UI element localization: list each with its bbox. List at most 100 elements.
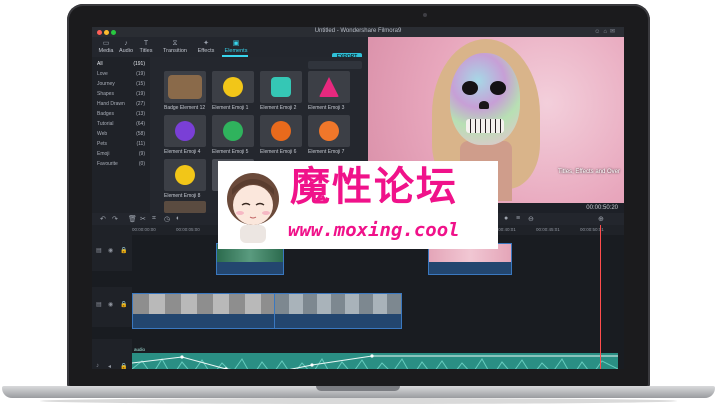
lock-icon[interactable]: 🔒 xyxy=(120,363,127,369)
category-item-pets[interactable]: Pets (11) xyxy=(97,141,147,147)
watermark-url: www.moxing.cool xyxy=(288,219,460,241)
category-count: (15) xyxy=(136,81,145,87)
element-label: Element Emoji 5 xyxy=(212,149,249,155)
category-label: Pets xyxy=(97,141,108,147)
element-thumb[interactable] xyxy=(260,71,302,103)
emoji-face-icon xyxy=(175,121,195,141)
category-label: Badges xyxy=(97,111,114,117)
tab-transition[interactable]: ⧖ Transition xyxy=(158,39,192,54)
category-count: (58) xyxy=(136,131,145,137)
category-count: (27) xyxy=(136,101,145,107)
category-label: Shapes xyxy=(97,91,114,97)
element-thumb[interactable] xyxy=(164,71,206,103)
category-label: Journey xyxy=(97,81,115,87)
preview-teeth xyxy=(466,119,504,133)
tab-label: Elements xyxy=(224,48,248,54)
track-type-icon: ▤ xyxy=(96,302,102,308)
category-item-badges[interactable]: Badges (13) xyxy=(97,111,147,117)
badge-thumbnail xyxy=(168,75,202,99)
category-item-all[interactable]: All (191) xyxy=(97,61,147,67)
category-label: Love xyxy=(97,71,108,77)
tab-label: Audio xyxy=(118,48,134,54)
tab-elements[interactable]: ▣ Elements xyxy=(221,39,251,54)
ruler-tick: 00:00:45:01 xyxy=(536,227,560,232)
window-title: Untitled - Wondershare Filmora9 xyxy=(314,28,402,34)
mixer-icon[interactable]: ≡ xyxy=(516,215,520,222)
category-label: Emoji xyxy=(97,151,110,157)
transition-icon: ⧖ xyxy=(172,40,178,47)
tab-label: Transition xyxy=(163,48,187,54)
category-item-tutorial[interactable]: Tutorial (64) xyxy=(97,121,147,127)
element-label: Element Emoji 3 xyxy=(308,105,345,111)
audio-waveform[interactable] xyxy=(132,353,618,369)
category-label: Favourite xyxy=(97,161,118,167)
clip-thumbnail xyxy=(275,294,401,315)
emoji-face-icon xyxy=(271,121,291,141)
cart-icon[interactable]: ⌂ xyxy=(603,29,610,35)
speaker-icon[interactable]: ◂ xyxy=(108,363,111,369)
tab-label: Effects xyxy=(197,48,215,54)
clip-thumbnail xyxy=(133,294,275,315)
tab-effects[interactable]: ✦ Effects xyxy=(194,39,218,54)
element-thumb[interactable] xyxy=(260,115,302,147)
delete-icon[interactable]: 🗑 xyxy=(128,215,137,223)
undo-icon[interactable]: ↶ xyxy=(100,215,106,223)
tab-titles[interactable]: T Titles xyxy=(134,39,158,54)
element-thumb[interactable] xyxy=(308,71,350,103)
eye-icon[interactable]: ◉ xyxy=(108,247,113,254)
category-list: All (191) Love (19) Journey (15) Shapes (19)… xyxy=(92,57,150,213)
eye-icon[interactable]: ◉ xyxy=(108,301,113,308)
watermark-title: 魔性论坛 xyxy=(290,164,458,210)
category-item-hand-drawn[interactable]: Hand Drawn (27) xyxy=(97,101,147,107)
element-thumb[interactable] xyxy=(164,115,206,147)
element-thumb[interactable] xyxy=(164,201,206,213)
preview-eye-left xyxy=(462,81,478,95)
playhead[interactable] xyxy=(600,225,601,369)
category-count: (13) xyxy=(136,111,145,117)
mail-icon[interactable]: ✉ xyxy=(610,29,618,35)
category-item-journey[interactable]: Journey (15) xyxy=(97,81,147,87)
timeline-tracks: ▤ ◉ 🔒 ▤ ◉ 🔒 ♪ ◂ 🔒 audio xyxy=(92,235,624,369)
emoji-face-icon xyxy=(271,77,291,97)
category-item-favourite[interactable]: Favourite (0) xyxy=(97,161,147,167)
tab-label: Titles xyxy=(139,48,153,54)
lock-icon[interactable]: 🔒 xyxy=(120,247,127,254)
category-count: (0) xyxy=(138,161,145,167)
user-icon[interactable]: ☺ xyxy=(594,29,603,35)
ruler-tick: 00:00:00:00 xyxy=(132,227,156,232)
element-thumb[interactable] xyxy=(212,71,254,103)
tab-label: Media xyxy=(98,48,114,54)
video-clip[interactable] xyxy=(132,293,276,329)
zoom-out-icon[interactable]: ⊖ xyxy=(528,215,534,223)
element-thumb[interactable] xyxy=(212,115,254,147)
category-label: Web xyxy=(97,131,108,137)
lock-icon[interactable]: 🔒 xyxy=(120,301,127,308)
video-clip[interactable] xyxy=(274,293,402,329)
element-thumb[interactable] xyxy=(164,159,206,191)
effects-icon: ✦ xyxy=(203,40,209,47)
preview-nose xyxy=(479,101,489,109)
category-count: (9) xyxy=(138,151,145,157)
emoji-face-icon xyxy=(223,121,243,141)
media-tabs: ▭ Media ♪ Audio T Titles ⧖ Transition ✦ Effec… xyxy=(92,37,368,62)
zoom-in-icon[interactable]: ⊕ xyxy=(598,215,604,223)
track-header: ▤ ◉ 🔒 xyxy=(92,287,132,327)
color-icon[interactable]: ◐ xyxy=(176,215,180,222)
category-item-love[interactable]: Love (19) xyxy=(97,71,147,77)
category-item-emoji[interactable]: Emoji (9) xyxy=(97,151,147,157)
emoji-face-icon xyxy=(223,77,243,97)
track-header: ♪ ◂ 🔒 xyxy=(92,339,132,369)
category-item-shapes[interactable]: Shapes (19) xyxy=(97,91,147,97)
speed-icon[interactable]: ◷ xyxy=(164,215,170,223)
category-item-web[interactable]: Web (58) xyxy=(97,131,147,137)
redo-icon[interactable]: ↷ xyxy=(112,215,118,223)
category-label: Hand Drawn xyxy=(97,101,125,107)
search-input[interactable] xyxy=(308,61,362,69)
crop-icon[interactable]: ⌗ xyxy=(152,215,156,223)
mic-icon[interactable]: ● xyxy=(504,215,508,222)
element-label: Badge Element 12 xyxy=(164,105,206,111)
cut-icon[interactable]: ✂ xyxy=(140,215,146,223)
text-icon: T xyxy=(143,40,149,47)
element-thumb[interactable] xyxy=(308,115,350,147)
ruler-tick: 00:00:05:00 xyxy=(176,227,200,232)
